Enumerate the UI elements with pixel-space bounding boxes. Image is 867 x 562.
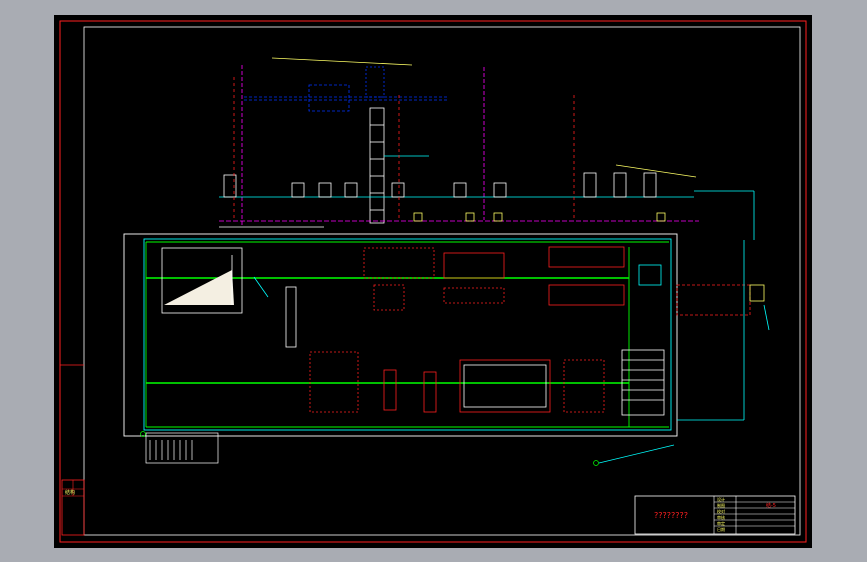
revision-block: 结构	[61, 479, 85, 536]
grate	[140, 431, 675, 466]
project-name: ????????	[654, 511, 688, 520]
elevation-section	[219, 57, 755, 240]
title-row-5: 审定	[717, 520, 725, 526]
title-row-6: 日期	[717, 526, 725, 532]
right-connector	[676, 240, 770, 421]
title-row-1: 设计	[717, 496, 725, 502]
floor-plan	[123, 233, 678, 437]
equipment-lower	[285, 286, 605, 413]
title-row-2: 制图	[717, 502, 725, 508]
title-row-3: 校对	[717, 508, 725, 514]
title-row-4: 审核	[717, 514, 725, 520]
room-wedge	[161, 247, 269, 314]
drawing-frame	[59, 20, 807, 543]
title-block: ???????? 结-5 设计 制图 校对 审核 审定 日期	[634, 495, 796, 535]
cad-drawing[interactable]: 结构 ???????? 结-5 设计 制图 校对 审核 审定 日期	[54, 15, 812, 548]
stair-shaft	[621, 264, 665, 416]
drawing-viewport[interactable]: 结构 ???????? 结-5 设计 制图 校对 审核 审定 日期	[54, 15, 812, 548]
sheet-label: 结-5	[766, 502, 776, 509]
revision-label: 结构	[65, 489, 75, 496]
